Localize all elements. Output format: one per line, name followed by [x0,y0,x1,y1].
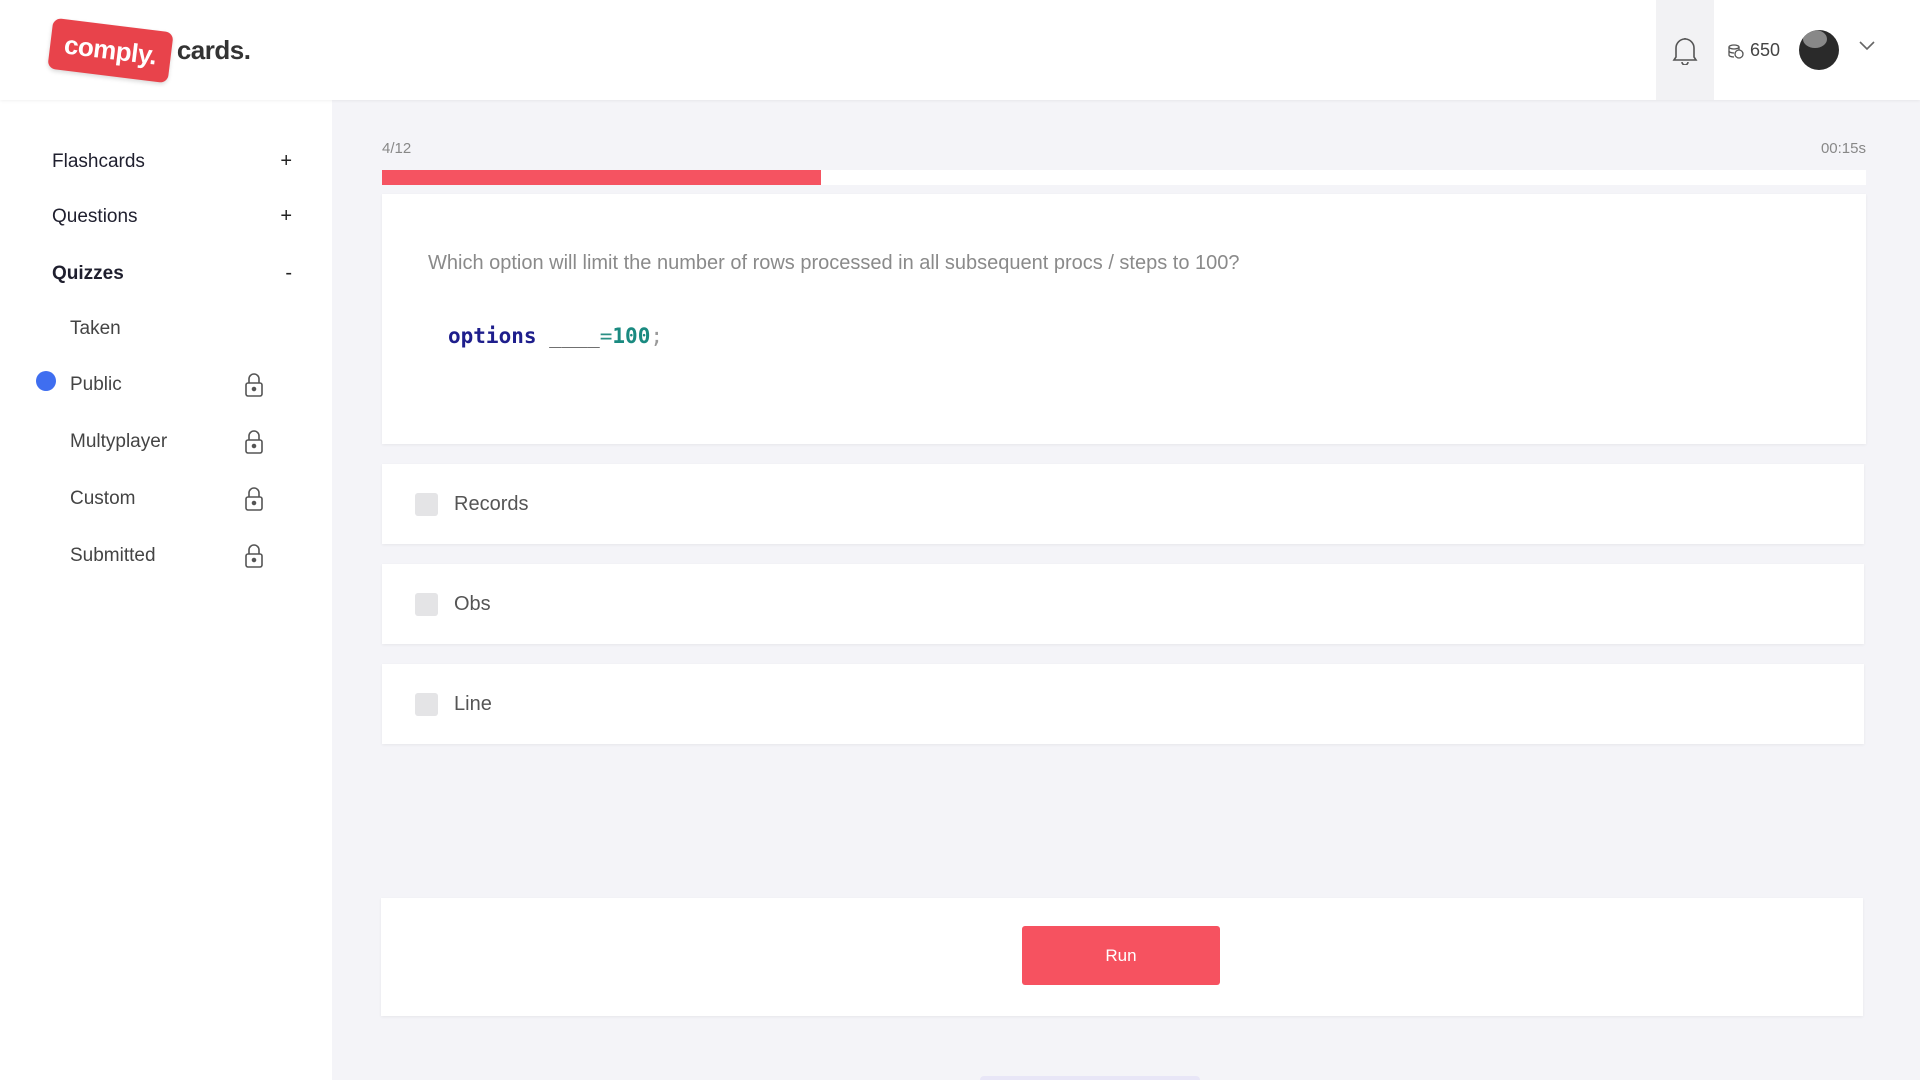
lock-icon [245,373,263,397]
question-text: Which option will limit the number of ro… [428,252,1240,274]
sidebar: Flashcards + Questions + Quizzes - Taken… [0,100,332,1080]
answer-option[interactable]: Records [382,464,1864,544]
sidebar-item-quizzes[interactable]: Quizzes - [52,262,292,285]
collapse-icon[interactable]: - [285,262,292,285]
sidebar-item-label: Flashcards [52,150,145,172]
sidebar-item-multyplayer[interactable]: Multyplayer [70,429,264,455]
sidebar-item-public[interactable]: Public [70,372,264,398]
sidebar-item-submitted[interactable]: Submitted [70,543,264,569]
top-header: comply. cards. 650 [0,0,1920,100]
run-panel: Run [381,898,1863,1016]
answer-label: Records [454,492,529,515]
answer-label: Line [454,692,492,715]
code-snippet: options ____=100; [448,324,663,348]
sidebar-item-label: Questions [52,205,138,227]
sidebar-item-label: Taken [70,318,121,339]
sidebar-item-taken[interactable]: Taken [70,318,264,340]
sidebar-item-flashcards[interactable]: Flashcards + [52,150,292,173]
sidebar-item-label: Multyplayer [70,431,168,452]
sidebar-item-label: Quizzes [52,262,124,284]
bottom-handle [980,1076,1200,1080]
sidebar-item-label: Public [70,374,122,395]
coin-count: 650 [1750,40,1781,60]
lock-icon [245,430,263,454]
answer-option[interactable]: Line [382,664,1864,744]
answer-label: Obs [454,592,491,615]
code-semicolon: ; [650,324,663,348]
logo[interactable]: comply. cards. [47,17,251,83]
avatar[interactable] [1799,30,1839,70]
answer-checkbox[interactable] [415,692,438,716]
code-blank: ____ [549,324,600,348]
progress-fill [382,170,822,185]
answer-checkbox[interactable] [415,592,438,616]
coins-icon [1728,43,1744,59]
logo-badge: comply. [47,17,174,83]
question-card: Which option will limit the number of ro… [382,194,1866,444]
code-keyword: options [448,324,537,348]
logo-text: cards. [176,34,251,65]
expand-icon[interactable]: + [280,205,292,228]
progress-bar [382,170,1866,185]
sidebar-item-label: Submitted [70,545,156,566]
notifications-button[interactable] [1656,0,1714,100]
code-equals: = [599,324,613,348]
answer-checkbox[interactable] [415,492,438,516]
expand-icon[interactable]: + [280,150,292,173]
question-counter: 4/12 [382,140,412,157]
lock-icon [245,544,263,568]
lock-icon [245,487,263,511]
quiz-timer: 00:15s [1820,140,1866,157]
sidebar-item-custom[interactable]: Custom [70,486,264,512]
answer-option[interactable]: Obs [382,564,1864,644]
sidebar-item-label: Custom [70,488,136,509]
chevron-down-icon[interactable] [1858,40,1876,52]
coin-balance: 650 [1728,40,1780,61]
active-indicator [36,371,56,391]
run-button[interactable]: Run [1022,926,1220,985]
bell-icon [1672,38,1698,65]
code-number: 100 [612,324,651,348]
sidebar-item-questions[interactable]: Questions + [52,205,292,228]
